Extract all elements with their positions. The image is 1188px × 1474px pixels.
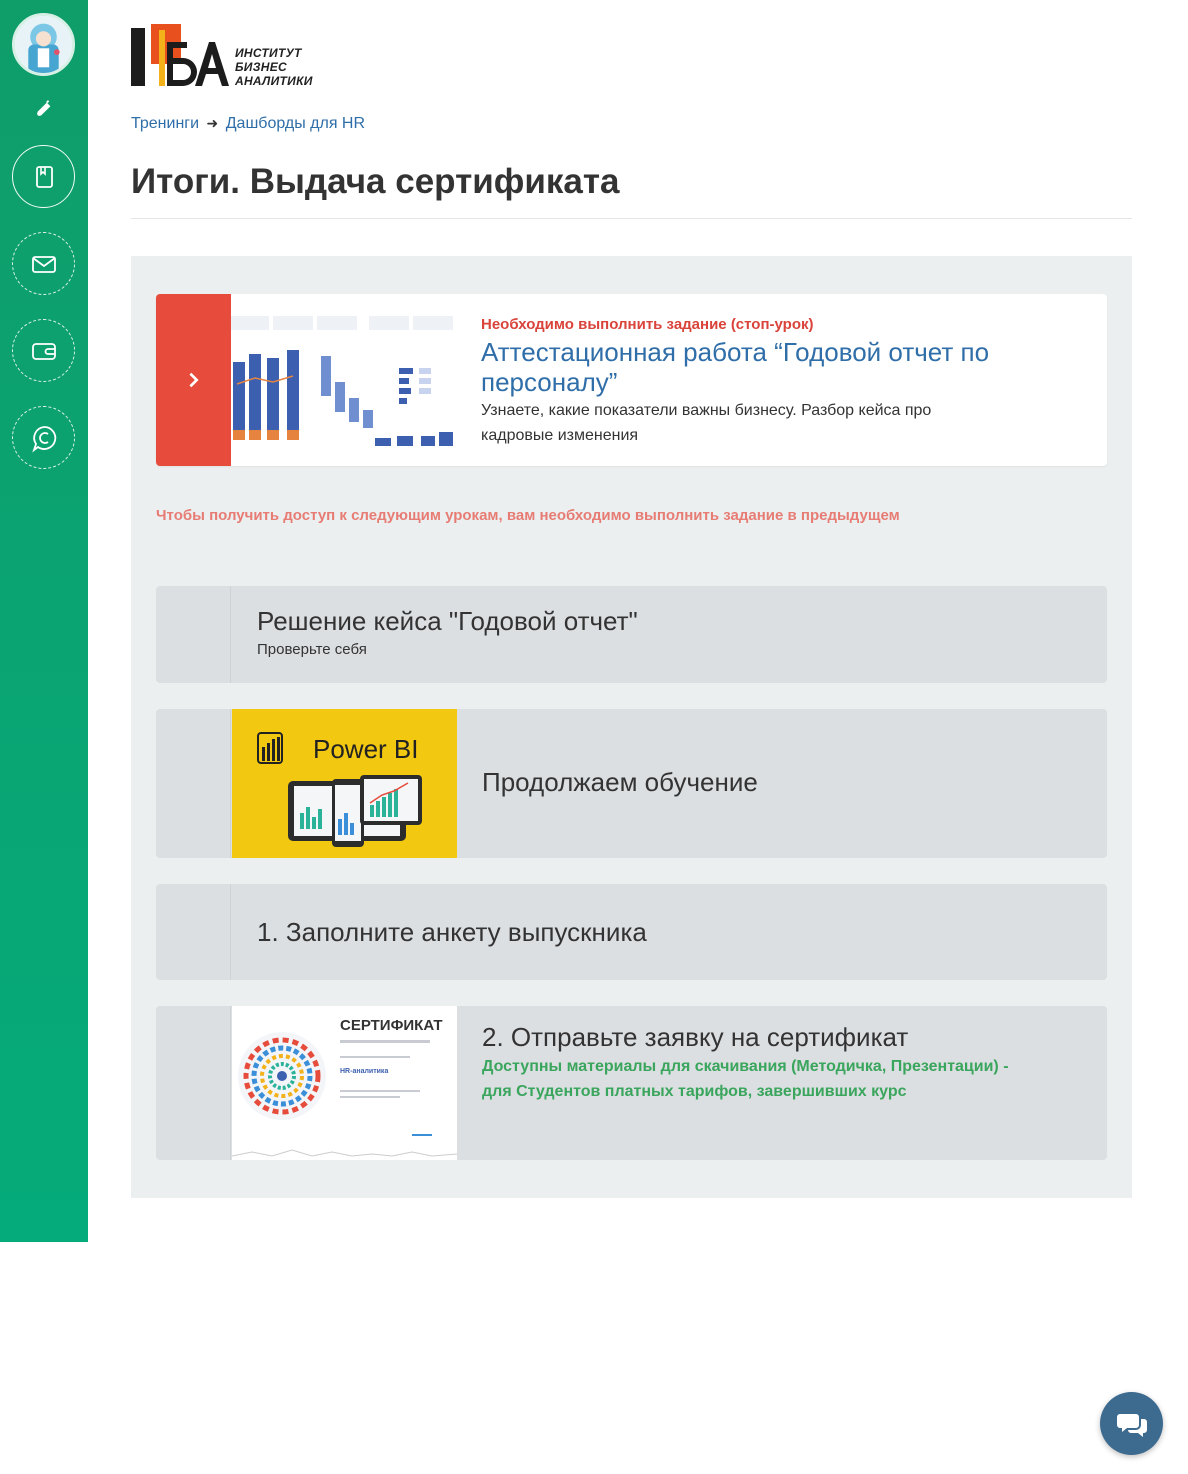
lesson-card-active[interactable]: Необходимо выполнить задание (стоп-урок)… [156,294,1107,466]
breadcrumb-arrow-icon: ➜ [206,115,219,131]
avatar[interactable] [12,13,75,76]
lesson-gutter [156,1006,231,1160]
lesson-gutter [156,709,231,858]
mail-icon[interactable] [12,232,75,295]
bell-icon[interactable] [33,98,55,120]
certificate-image: СЕРТИФИКАТ HR-аналитика [231,1006,458,1160]
chat-bubbles-icon [1116,1413,1147,1437]
chat-button[interactable] [1100,1392,1163,1455]
materials-note: Доступны материалы для скачивания (Метод… [482,1058,1009,1100]
lesson-title: Решение кейса "Годовой отчет" [257,606,638,636]
lesson-title: 2. Отправьте заявку на сертификат [482,1022,909,1052]
lesson-card-case[interactable]: Решение кейса "Годовой отчет" Проверьте … [156,586,1107,683]
certificate-heading: СЕРТИФИКАТ [340,1017,443,1034]
lesson-title: 1. Заполните анкету выпускника [257,917,647,947]
page-title: Итоги. Выдача сертификата [131,162,620,201]
chevron-right-icon [188,372,199,388]
dashboard-thumbnail [231,312,457,452]
lesson-open-button[interactable] [156,294,231,466]
stop-lesson-warning: Необходимо выполнить задание (стоп-урок) [481,316,814,333]
lesson-card-survey[interactable]: 1. Заполните анкету выпускника [156,884,1107,980]
logo-line-1: ИНСТИТУТ [235,46,302,60]
breadcrumb: Тренинги ➜ Дашборды для HR [131,115,365,133]
lesson-gutter [156,884,231,980]
logo-line-2: БИЗНЕС [235,60,287,74]
divider [131,218,1132,219]
powerbi-image: Power BI [232,709,457,858]
lessons-panel: Необходимо выполнить задание (стоп-урок)… [131,256,1132,1198]
logo-line-3: АНАЛИТИКИ [235,74,313,88]
lesson-card-continue[interactable]: Power BI Продолжаем обучение [156,709,1107,858]
logo-mark [131,24,229,86]
lesson-title[interactable]: Аттестационная работа “Годовой отчет по … [481,337,1041,397]
powerbi-label: Power BI [313,734,419,764]
breadcrumb-course-link[interactable]: Дашборды для HR [226,115,365,132]
powerbi-illustration [257,732,422,847]
lesson-subtitle: Проверьте себя [257,641,367,658]
lesson-title: Продолжаем обучение [482,767,758,797]
access-notice: Чтобы получить доступ к следующим урокам… [156,507,900,524]
lesson-description: Узнаете, какие показатели важны бизнесу.… [481,402,932,444]
sidebar [0,0,88,1242]
lesson-card-certificate[interactable]: СЕРТИФИКАТ HR-аналитика 2. Отправьте зая… [156,1006,1107,1160]
logo-text: ИНСТИТУТ БИЗНЕС АНАЛИТИКИ [235,46,313,88]
wallet-icon[interactable] [12,319,75,382]
book-icon[interactable] [12,145,75,208]
breadcrumb-trainings-link[interactable]: Тренинги [131,115,199,132]
logo[interactable]: ИНСТИТУТ БИЗНЕС АНАЛИТИКИ [131,24,331,90]
lesson-gutter [156,586,231,683]
certificate-course: HR-аналитика [340,1068,389,1075]
chat-c-icon[interactable] [12,406,75,469]
